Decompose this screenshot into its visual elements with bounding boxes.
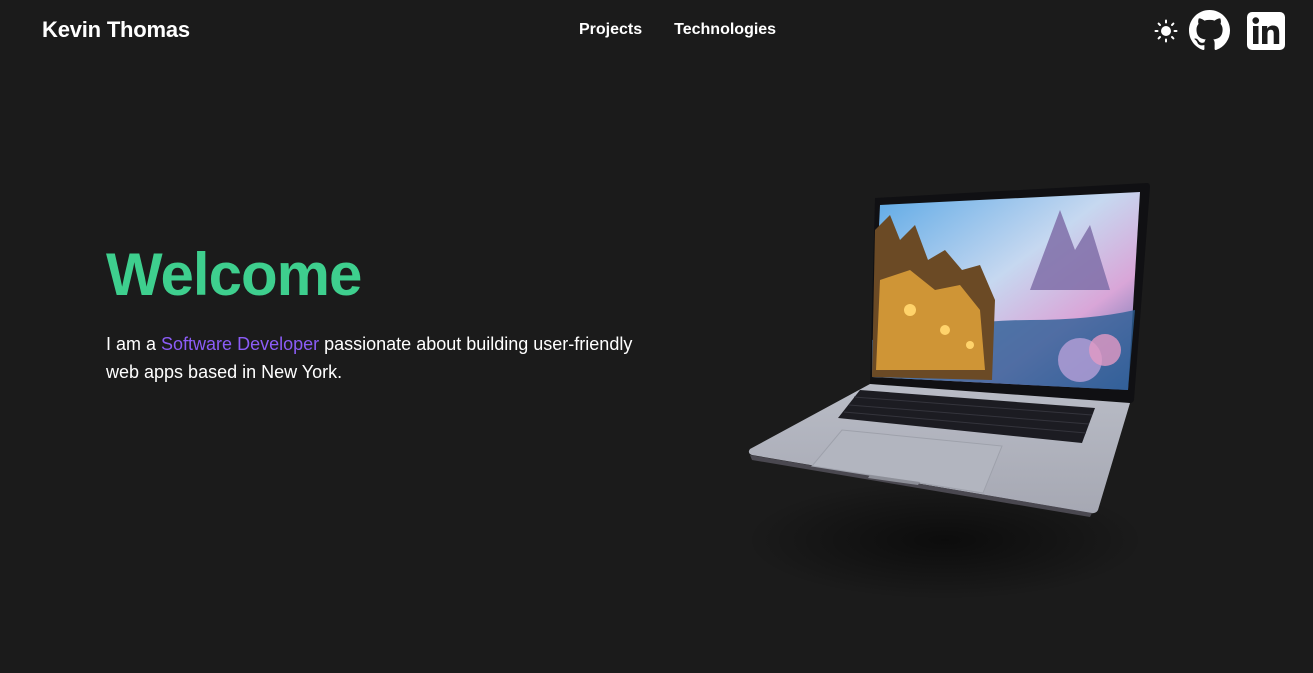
sun-icon xyxy=(1154,19,1178,42)
hero-intro: I am a Software Developer passionate abo… xyxy=(106,330,666,386)
theme-toggle-button[interactable] xyxy=(1154,19,1178,43)
laptop-illustration xyxy=(730,170,1170,640)
nav-link-technologies[interactable]: Technologies xyxy=(674,21,776,39)
hero-title: Welcome xyxy=(106,241,362,308)
intro-prefix: I am a xyxy=(106,334,162,354)
main-nav: Projects Technologies xyxy=(579,21,776,39)
nav-link-projects[interactable]: Projects xyxy=(579,21,642,39)
linkedin-icon xyxy=(1247,11,1285,50)
site-name-link[interactable]: Kevin Thomas xyxy=(42,17,190,43)
intro-highlight: Software Developer xyxy=(161,334,320,354)
linkedin-link[interactable] xyxy=(1247,11,1285,50)
github-icon xyxy=(1189,10,1230,50)
github-link[interactable] xyxy=(1189,10,1230,51)
header-icons xyxy=(1154,10,1285,51)
page: Kevin Thomas Projects Technologies Welco… xyxy=(0,0,1313,673)
